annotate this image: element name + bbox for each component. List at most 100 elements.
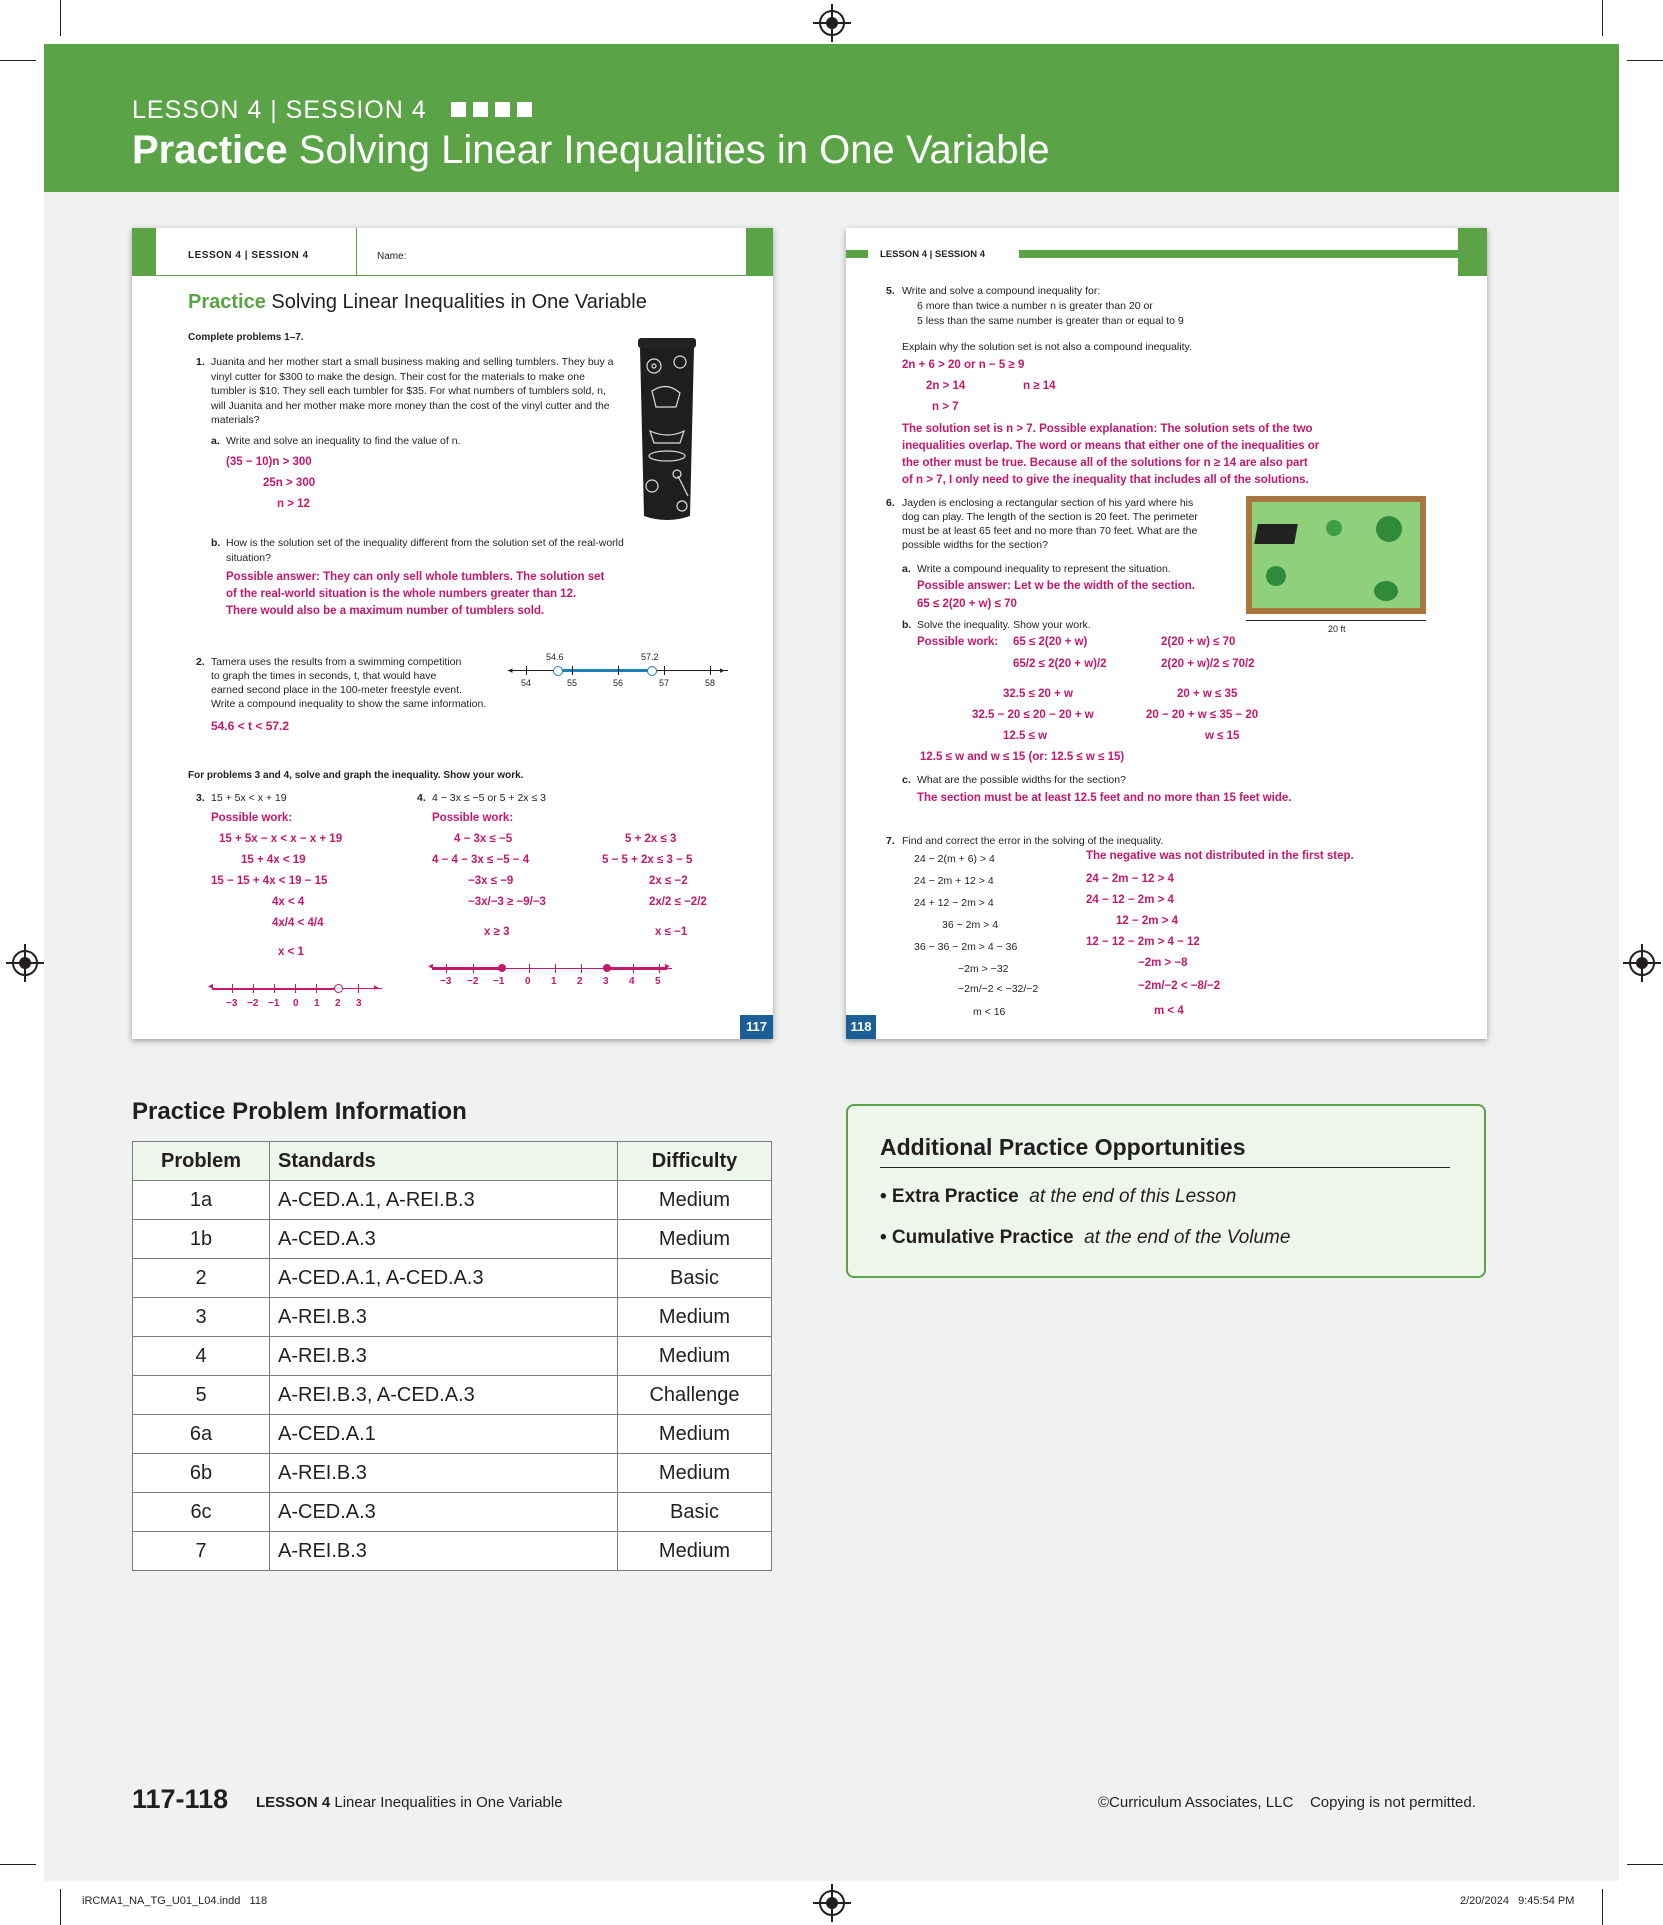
work-line: −3x ≤ −9 xyxy=(468,875,514,887)
crop-mark xyxy=(1627,60,1663,61)
additional-heading: Additional Practice Opportunities xyxy=(880,1134,1246,1160)
table-row: 2 A-CED.A.1, A-CED.A.3 Basic xyxy=(132,1258,772,1298)
table-row: 3 A-REI.B.3 Medium xyxy=(132,1297,772,1337)
table-row: 1a A-CED.A.1, A-REI.B.3 Medium xyxy=(132,1180,772,1220)
problem-6-line: must be at least 65 feet and no more tha… xyxy=(902,525,1198,537)
info-table-heading: Practice Problem Information xyxy=(132,1098,467,1125)
footer-copyright: ©Curriculum Associates, LLC Copying is n… xyxy=(1098,1794,1476,1811)
tick-label: −2 xyxy=(247,998,259,1009)
tick-label: 57.2 xyxy=(641,652,659,662)
additional-item-extra-practice: • Extra Practice at the end of this Less… xyxy=(880,1186,1237,1207)
slug-timestamp: 2/20/2024 9:45:54 PM xyxy=(1460,1895,1575,1907)
work-line: 20 − 20 + w ≤ 35 − 20 xyxy=(1146,709,1259,721)
standards-cell: A-REI.B.3 xyxy=(269,1453,618,1493)
tick-label: 0 xyxy=(293,998,299,1009)
work-line: 5 + 2x ≤ 3 xyxy=(625,833,677,845)
work-label: Possible work: xyxy=(211,812,293,824)
problem-5-text: Write and solve a compound inequality fo… xyxy=(902,285,1101,297)
tick-label: 54.6 xyxy=(546,652,564,662)
answer-line: Possible answer: They can only sell whol… xyxy=(226,571,605,583)
difficulty-cell: Medium xyxy=(617,1414,772,1454)
work-line: 12.5 ≤ w and w ≤ 15 (or: 12.5 ≤ w ≤ 15) xyxy=(920,751,1125,763)
corrected-work-line: 24 − 12 − 2m > 4 xyxy=(1086,894,1174,906)
problem-2-answer: 54.6 < t < 57.2 xyxy=(211,719,290,733)
work-line: 4x < 4 xyxy=(272,896,305,908)
problem-cell: 3 xyxy=(132,1297,270,1337)
number-line-p4: ◂ ▸ −3 −2 −1 0 1 2 3 4 5 xyxy=(428,961,672,987)
problem-1-text: Juanita and her mother start a small bus… xyxy=(211,356,614,426)
yard-dimension-label: 20 ft xyxy=(1328,624,1346,634)
standards-cell: A-CED.A.3 xyxy=(269,1219,618,1259)
answer-line: inequalities overlap. The word or means … xyxy=(902,440,1320,452)
column-header: Standards xyxy=(269,1141,618,1181)
corrected-work-line: −2m/−2 < −8/−2 xyxy=(1138,980,1221,992)
error-work-line: 24 − 2(m + 6) > 4 xyxy=(914,853,995,865)
tick-label: −1 xyxy=(493,976,505,987)
table-row: 5 A-REI.B.3, A-CED.A.3 Challenge xyxy=(132,1375,772,1415)
problem-2-line: Tamera uses the results from a swimming … xyxy=(211,656,462,668)
work-line: 15 + 5x − x < x − x + 19 xyxy=(219,833,343,845)
footer-page-range: 117-118 xyxy=(132,1784,229,1814)
problem-5-explain: Explain why the solution set is not also… xyxy=(902,341,1192,353)
work-line: 12.5 ≤ w xyxy=(1003,730,1048,742)
work-line: 65 ≤ 2(20 + w) xyxy=(1013,636,1088,648)
work-line: 2x/2 ≤ −2/2 xyxy=(649,896,707,908)
page-header-label: LESSON 4 | SESSION 4 xyxy=(188,250,309,261)
number-line-p3: ◂ ▸ −3 −2 −1 0 1 2 3 xyxy=(208,978,382,1014)
error-work-line: 24 − 2m + 12 > 4 xyxy=(914,875,994,887)
problem-6a-label: a. xyxy=(902,563,911,575)
tick-label: −2 xyxy=(467,976,479,987)
tick-label: 5 xyxy=(655,976,661,987)
problem-3-number: 3. xyxy=(196,792,205,804)
tick-label: 58 xyxy=(705,678,716,688)
worksheet-title: Practice Solving Linear Inequalities in … xyxy=(188,291,647,313)
error-work-line: 36 − 2m > 4 xyxy=(942,919,999,931)
standards-cell: A-CED.A.1, A-REI.B.3 xyxy=(269,1180,618,1220)
work-line: 2n + 6 > 20 or n − 5 ≥ 9 xyxy=(902,359,1025,371)
problem-cell: 6a xyxy=(132,1414,270,1454)
corrected-work-line: 12 − 2m > 4 xyxy=(1116,915,1179,927)
table-row: 1b A-CED.A.3 Medium xyxy=(132,1219,772,1259)
work-line: 15 + 4x < 19 xyxy=(241,854,306,866)
work-line: 2(20 + w)/2 ≤ 70/2 xyxy=(1161,658,1255,670)
problem-1-number: 1. xyxy=(196,356,205,368)
work-line: 15 − 15 + 4x < 19 − 15 xyxy=(211,875,328,887)
work-line: 2(20 + w) ≤ 70 xyxy=(1161,636,1236,648)
work-line: 4 − 3x ≤ −5 xyxy=(454,833,513,845)
number-line-p2: ◂ ▸ 54.6 57.2 54 55 56 57 58 xyxy=(508,652,728,692)
tick-label: 0 xyxy=(525,976,531,987)
student-page-118: LESSON 4 | SESSION 4 5. Write and solve … xyxy=(846,228,1487,1039)
problem-5-line: 5 less than the same number is greater t… xyxy=(917,315,1184,327)
column-header: Difficulty xyxy=(617,1141,772,1181)
error-work-line: 24 + 12 − 2m > 4 xyxy=(914,897,994,909)
error-work-line: −2m/−2 < −32/−2 xyxy=(958,983,1039,995)
work-line: 32.5 ≤ 20 + w xyxy=(1003,688,1073,700)
registration-mark-icon xyxy=(813,1884,851,1922)
standards-cell: A-REI.B.3, A-CED.A.3 xyxy=(269,1375,618,1415)
problem-cell: 6c xyxy=(132,1492,270,1532)
page-title: Practice Solving Linear Inequalities in … xyxy=(132,128,1050,172)
crop-mark xyxy=(60,0,61,36)
error-work-line: 36 − 36 − 2m > 4 − 36 xyxy=(914,941,1018,953)
table-row: 6b A-REI.B.3 Medium xyxy=(132,1453,772,1493)
tick-label: 2 xyxy=(335,998,341,1009)
tick-label: −3 xyxy=(226,998,238,1009)
answer-line: the other must be true. Because all of t… xyxy=(902,457,1308,469)
instructions: Complete problems 1–7. xyxy=(188,332,304,343)
problem-6b-text: Solve the inequality. Show your work. xyxy=(917,619,1091,631)
answer-line: Possible answer: Let w be the width of t… xyxy=(917,580,1195,592)
problem-6-line: Jayden is enclosing a rectangular sectio… xyxy=(902,497,1194,509)
problem-cell: 2 xyxy=(132,1258,270,1298)
difficulty-cell: Medium xyxy=(617,1219,772,1259)
answer-line: of n > 7, I only need to give the inequa… xyxy=(902,474,1309,486)
work-line: 32.5 − 20 ≤ 20 − 20 + w xyxy=(972,709,1094,721)
work-line: w ≤ 15 xyxy=(1205,730,1240,742)
work-line: x ≤ −1 xyxy=(655,926,688,938)
work-line: 65/2 ≤ 2(20 + w)/2 xyxy=(1013,658,1107,670)
table-row: 6c A-CED.A.3 Basic xyxy=(132,1492,772,1532)
crop-mark xyxy=(60,1889,61,1925)
difficulty-cell: Medium xyxy=(617,1180,772,1220)
answer-line: 65 ≤ 2(20 + w) ≤ 70 xyxy=(917,598,1017,610)
problem-7-text: Find and correct the error in the solvin… xyxy=(902,835,1164,847)
problem-7-number: 7. xyxy=(886,835,895,847)
